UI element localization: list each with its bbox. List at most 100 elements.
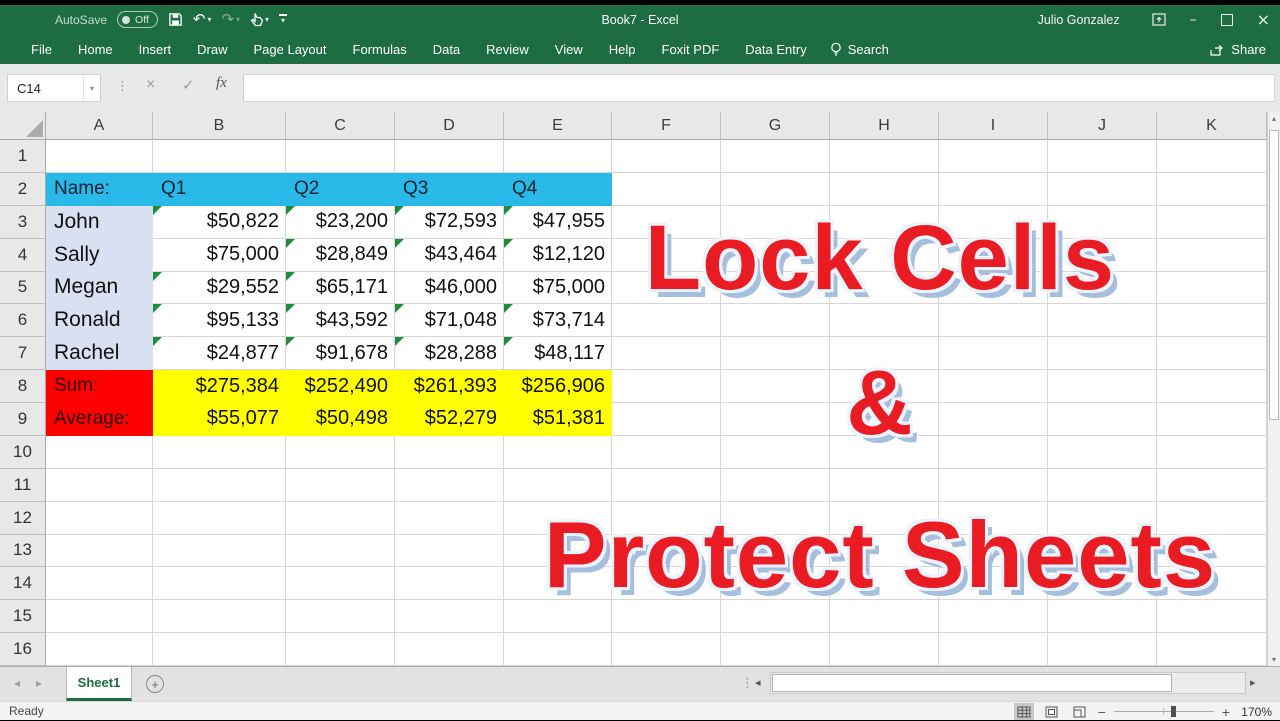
cell-H2[interactable] <box>830 173 939 206</box>
row-header-1[interactable]: 1 <box>0 140 46 173</box>
cell-E11[interactable] <box>504 469 612 502</box>
cell-C4[interactable]: $28,849 <box>286 239 395 272</box>
cell-F11[interactable] <box>612 469 721 502</box>
account-user-name[interactable]: Julio Gonzalez <box>1038 13 1120 27</box>
cell-J2[interactable] <box>1048 173 1157 206</box>
cell-B13[interactable] <box>153 535 286 568</box>
ribbon-tab-review[interactable]: Review <box>473 42 542 57</box>
ribbon-tab-foxit-pdf[interactable]: Foxit PDF <box>649 42 733 57</box>
cell-A10[interactable] <box>46 436 153 469</box>
cell-B11[interactable] <box>153 469 286 502</box>
horizontal-scroll-thumb[interactable] <box>772 674 1172 692</box>
cell-C12[interactable] <box>286 502 395 535</box>
hscroll-left-icon[interactable]: ◂ <box>755 676 761 689</box>
hscroll-right-icon[interactable]: ▸ <box>1250 676 1256 689</box>
touch-mouse-mode-button[interactable]: ▾ <box>250 12 269 27</box>
cell-C10[interactable] <box>286 436 395 469</box>
insert-function-button[interactable]: fx <box>216 75 227 92</box>
cell-K2[interactable] <box>1157 173 1267 206</box>
normal-view-button[interactable] <box>1014 703 1034 720</box>
cell-C14[interactable] <box>286 567 395 600</box>
sheet-nav-left-icon[interactable]: ◂ <box>14 676 20 690</box>
cell-J1[interactable] <box>1048 140 1157 173</box>
cell-I6[interactable] <box>939 304 1048 337</box>
cell-C1[interactable] <box>286 140 395 173</box>
zoom-slider[interactable] <box>1114 703 1214 720</box>
cell-B7[interactable]: $24,877 <box>153 337 286 370</box>
cell-F16[interactable] <box>612 633 721 666</box>
cell-H1[interactable] <box>830 140 939 173</box>
cell-E1[interactable] <box>504 140 612 173</box>
cell-A8[interactable]: Sum: <box>46 370 153 403</box>
cell-J11[interactable] <box>1048 469 1157 502</box>
ribbon-tab-page-layout[interactable]: Page Layout <box>241 42 340 57</box>
row-header-13[interactable]: 13 <box>0 535 46 568</box>
cell-A1[interactable] <box>46 140 153 173</box>
zoom-slider-thumb[interactable] <box>1171 706 1176 717</box>
cell-A9[interactable]: Average: <box>46 403 153 436</box>
redo-button[interactable]: ↷ ▾ <box>221 12 240 27</box>
cell-B3[interactable]: $50,822 <box>153 206 286 239</box>
row-header-8[interactable]: 8 <box>0 370 46 403</box>
zoom-in-button[interactable]: + <box>1222 704 1230 720</box>
row-header-3[interactable]: 3 <box>0 206 46 239</box>
vertical-scroll-thumb[interactable] <box>1269 130 1279 420</box>
cell-D5[interactable]: $46,000 <box>395 272 504 305</box>
cell-B8[interactable]: $275,384 <box>153 370 286 403</box>
column-header-C[interactable]: C <box>286 112 395 140</box>
cell-B6[interactable]: $95,133 <box>153 304 286 337</box>
cell-K16[interactable] <box>1157 633 1267 666</box>
page-break-preview-button[interactable] <box>1070 703 1090 720</box>
cell-A13[interactable] <box>46 535 153 568</box>
cancel-entry-button[interactable]: × <box>146 76 155 94</box>
ribbon-tab-data[interactable]: Data <box>420 42 473 57</box>
row-header-6[interactable]: 6 <box>0 304 46 337</box>
column-header-F[interactable]: F <box>612 112 721 140</box>
select-all-corner[interactable] <box>0 112 46 140</box>
cell-D2[interactable]: Q3 <box>395 173 504 206</box>
cell-B16[interactable] <box>153 633 286 666</box>
cell-K11[interactable] <box>1157 469 1267 502</box>
cell-B14[interactable] <box>153 567 286 600</box>
cell-G1[interactable] <box>721 140 830 173</box>
cell-D1[interactable] <box>395 140 504 173</box>
cell-D11[interactable] <box>395 469 504 502</box>
ribbon-display-options-button[interactable] <box>1152 13 1166 26</box>
column-header-H[interactable]: H <box>830 112 939 140</box>
cell-A15[interactable] <box>46 600 153 633</box>
cell-D15[interactable] <box>395 600 504 633</box>
row-header-7[interactable]: 7 <box>0 337 46 370</box>
scroll-up-icon[interactable]: ▴ <box>1268 114 1280 123</box>
column-header-E[interactable]: E <box>504 112 612 140</box>
cell-C2[interactable]: Q2 <box>286 173 395 206</box>
row-header-14[interactable]: 14 <box>0 567 46 600</box>
cell-B10[interactable] <box>153 436 286 469</box>
cell-A11[interactable] <box>46 469 153 502</box>
cell-A6[interactable]: Ronald <box>46 304 153 337</box>
zoom-level[interactable]: 170% <box>1238 705 1272 719</box>
new-sheet-button[interactable]: + <box>146 675 164 693</box>
name-box-caret-icon[interactable]: ▾ <box>83 75 100 101</box>
cell-I11[interactable] <box>939 469 1048 502</box>
cell-H6[interactable] <box>830 304 939 337</box>
cell-D7[interactable]: $28,288 <box>395 337 504 370</box>
ribbon-tab-data-entry[interactable]: Data Entry <box>732 42 819 57</box>
cell-D6[interactable]: $71,048 <box>395 304 504 337</box>
cell-G6[interactable] <box>721 304 830 337</box>
cell-G16[interactable] <box>721 633 830 666</box>
row-header-4[interactable]: 4 <box>0 239 46 272</box>
cell-C16[interactable] <box>286 633 395 666</box>
row-header-9[interactable]: 9 <box>0 403 46 436</box>
tell-me-search[interactable]: Search <box>830 42 889 57</box>
horizontal-scrollbar[interactable] <box>770 672 1246 694</box>
column-header-I[interactable]: I <box>939 112 1048 140</box>
cell-B9[interactable]: $55,077 <box>153 403 286 436</box>
column-header-K[interactable]: K <box>1157 112 1267 140</box>
row-header-10[interactable]: 10 <box>0 436 46 469</box>
cell-F2[interactable] <box>612 173 721 206</box>
name-box[interactable]: C14 ▾ <box>7 74 101 102</box>
column-header-G[interactable]: G <box>721 112 830 140</box>
cell-D4[interactable]: $43,464 <box>395 239 504 272</box>
cell-F1[interactable] <box>612 140 721 173</box>
formula-input[interactable] <box>243 74 1275 102</box>
